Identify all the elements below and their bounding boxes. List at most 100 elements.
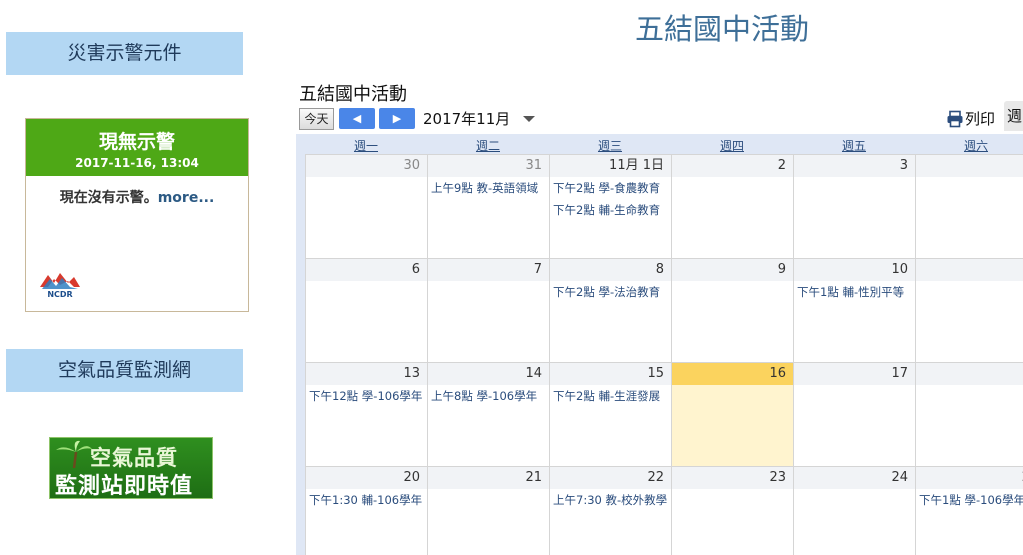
day-number[interactable]: 13 bbox=[306, 363, 427, 385]
day-cell[interactable]: 2 bbox=[671, 155, 793, 259]
day-number[interactable]: 2 bbox=[916, 467, 1023, 489]
day-cell[interactable]: 23 bbox=[671, 467, 793, 555]
day-cell[interactable]: 24 bbox=[793, 467, 915, 555]
day-number[interactable]: 30 bbox=[306, 155, 427, 177]
day-cell[interactable]: 11月 1日 下午2點 學-食農教育 下午2點 輔-生命教育 bbox=[549, 155, 671, 259]
day-cell-today[interactable]: 16 bbox=[671, 363, 793, 467]
alert-title: 現無示警 bbox=[98, 131, 175, 153]
day-number[interactable]: 6 bbox=[306, 259, 427, 281]
next-month-button[interactable]: ▶ bbox=[379, 108, 415, 129]
day-number[interactable] bbox=[916, 259, 1023, 281]
air-banner-line2: 監測站即時值 bbox=[55, 473, 194, 499]
day-cell[interactable]: 6 bbox=[305, 259, 427, 363]
alert-widget: 現無示警 2017-11-16, 13:04 現在沒有示警。more... NC… bbox=[25, 118, 249, 312]
day-cell[interactable]: 7 bbox=[427, 259, 549, 363]
day-number[interactable]: 16 bbox=[672, 363, 793, 385]
day-cell[interactable]: 8 下午2點 學-法治教育 bbox=[549, 259, 671, 363]
day-number[interactable]: 24 bbox=[794, 467, 915, 489]
printer-icon bbox=[947, 110, 963, 128]
day-number[interactable]: 21 bbox=[428, 467, 549, 489]
ncdr-logo[interactable]: NCDR bbox=[38, 269, 82, 299]
page: 災害示警元件 現無示警 2017-11-16, 13:04 現在沒有示警。mor… bbox=[0, 0, 1023, 555]
week-row: 6 7 8 下午2點 學-法治教育 9 10 下午1點 輔-性別平等 bbox=[305, 258, 1023, 363]
page-title: 五結國中活動 bbox=[635, 12, 810, 46]
day-cell[interactable]: 1 bbox=[915, 363, 1023, 467]
day-number[interactable]: 9 bbox=[672, 259, 793, 281]
weekday-header[interactable]: 週一 bbox=[305, 134, 427, 154]
ncdr-logo-text: NCDR bbox=[47, 290, 72, 299]
print-label: 列印 bbox=[965, 110, 996, 128]
day-number[interactable]: 3 bbox=[794, 155, 915, 177]
day-number[interactable]: 15 bbox=[550, 363, 671, 385]
calendar-event[interactable]: 下午2點 輔-生涯發展 bbox=[550, 385, 671, 407]
prev-month-button[interactable]: ◀ bbox=[339, 108, 375, 129]
alert-message: 現在沒有示警。 bbox=[59, 190, 158, 206]
weekday-header-row: 週一 週二 週三 週四 週五 週六 bbox=[305, 134, 1023, 154]
print-button[interactable]: 列印 bbox=[946, 108, 995, 130]
alert-time: 2017-11-16, 13:04 bbox=[75, 156, 199, 170]
day-number[interactable]: 23 bbox=[672, 467, 793, 489]
calendar-event[interactable]: 下午2點 學-法治教育 bbox=[550, 281, 671, 303]
day-number[interactable]: 1 bbox=[916, 363, 1023, 385]
tab-week[interactable]: 週 bbox=[1004, 101, 1023, 131]
day-cell[interactable]: 21 bbox=[427, 467, 549, 555]
day-cell[interactable]: 14 上午8點 學-106學年 bbox=[427, 363, 549, 467]
day-cell[interactable]: 17 bbox=[793, 363, 915, 467]
day-cell[interactable] bbox=[915, 259, 1023, 363]
day-number[interactable]: 20 bbox=[306, 467, 427, 489]
day-cell[interactable]: 9 bbox=[671, 259, 793, 363]
weekday-header[interactable]: 週六 bbox=[915, 134, 1023, 154]
weekday-header[interactable]: 週五 bbox=[793, 134, 915, 154]
weekday-header[interactable]: 週三 bbox=[549, 134, 671, 154]
day-number[interactable]: 14 bbox=[428, 363, 549, 385]
day-cell[interactable]: 2下午1點 學-106學年 bbox=[915, 467, 1023, 555]
day-number[interactable]: 11月 1日 bbox=[550, 155, 671, 177]
day-cell[interactable]: 15 下午2點 輔-生涯發展 bbox=[549, 363, 671, 467]
day-cell[interactable]: 13 下午12點 學-106學年 bbox=[305, 363, 427, 467]
day-number[interactable]: 22 bbox=[550, 467, 671, 489]
alert-message-row: 現在沒有示警。more... bbox=[26, 187, 248, 207]
calendar-grid: 30 31 上午9點 教-英語領域 11月 1日 下午2點 學-食農教育 下午2點 輔-生… bbox=[305, 154, 1023, 555]
weekday-header[interactable]: 週四 bbox=[671, 134, 793, 154]
day-cell[interactable]: 10 下午1點 輔-性別平等 bbox=[793, 259, 915, 363]
day-cell[interactable]: 30 bbox=[305, 155, 427, 259]
caret-down-icon[interactable] bbox=[523, 116, 535, 122]
chevron-left-icon: ◀ bbox=[352, 112, 362, 125]
day-number[interactable]: 31 bbox=[428, 155, 549, 177]
more-link[interactable]: more... bbox=[158, 190, 215, 206]
calendar-event[interactable]: 上午7:30 教-校外教學 bbox=[550, 489, 671, 511]
month-label: 2017年11月 bbox=[423, 110, 511, 128]
day-cell[interactable]: 20 下午1:30 輔-106學年 bbox=[305, 467, 427, 555]
month-calendar: 週一 週二 週三 週四 週五 週六 30 31 上午9點 教-英語領域 11月 1日 下午2點 學… bbox=[296, 134, 1023, 555]
palm-tree-icon bbox=[56, 440, 92, 469]
day-number[interactable] bbox=[916, 155, 1023, 177]
day-cell[interactable]: 3 bbox=[793, 155, 915, 259]
air-quality-header: 空氣品質監測網 bbox=[6, 349, 243, 392]
day-cell[interactable]: 31 上午9點 教-英語領域 bbox=[427, 155, 549, 259]
day-number[interactable]: 17 bbox=[794, 363, 915, 385]
today-button[interactable]: 今天 bbox=[299, 108, 334, 130]
calendar-event[interactable]: 下午2點 輔-生命教育 bbox=[550, 199, 671, 221]
day-number[interactable]: 7 bbox=[428, 259, 549, 281]
calendar-event[interactable]: 下午1:30 輔-106學年 bbox=[306, 489, 427, 511]
chevron-right-icon: ▶ bbox=[392, 112, 402, 125]
week-row: 13 下午12點 學-106學年 14 上午8點 學-106學年 15 下午2點 輔-生涯… bbox=[305, 362, 1023, 467]
calendar-event[interactable]: 上午8點 學-106學年 bbox=[428, 385, 549, 407]
calendar-event[interactable]: 下午1點 輔-性別平等 bbox=[794, 281, 915, 303]
calendar-event[interactable]: 下午2點 學-食農教育 bbox=[550, 177, 671, 199]
calendar-event[interactable]: 上午9點 教-英語領域 bbox=[428, 177, 549, 199]
week-row: 20下午1:30 輔-106學年2122上午7:30 教-校外教學23242下午… bbox=[305, 466, 1023, 555]
day-cell[interactable] bbox=[915, 155, 1023, 259]
disaster-widget-header: 災害示警元件 bbox=[6, 32, 243, 75]
weekday-header[interactable]: 週二 bbox=[427, 134, 549, 154]
alert-header: 現無示警 2017-11-16, 13:04 bbox=[26, 119, 248, 176]
air-quality-banner[interactable]: 空氣品質 監測站即時值 bbox=[49, 437, 213, 499]
week-row: 30 31 上午9點 教-英語領域 11月 1日 下午2點 學-食農教育 下午2點 輔-生… bbox=[305, 154, 1023, 259]
calendar-event[interactable]: 下午12點 學-106學年 bbox=[306, 385, 427, 407]
day-cell[interactable]: 22 上午7:30 教-校外教學 bbox=[549, 467, 671, 555]
calendar-event[interactable]: 下午1點 學-106學年 bbox=[916, 489, 1023, 511]
day-number[interactable]: 8 bbox=[550, 259, 671, 281]
day-number[interactable]: 10 bbox=[794, 259, 915, 281]
calendar-toolbar: 今天 ◀ ▶ 2017年11月 列印 週 bbox=[299, 101, 1023, 131]
day-number[interactable]: 2 bbox=[672, 155, 793, 177]
